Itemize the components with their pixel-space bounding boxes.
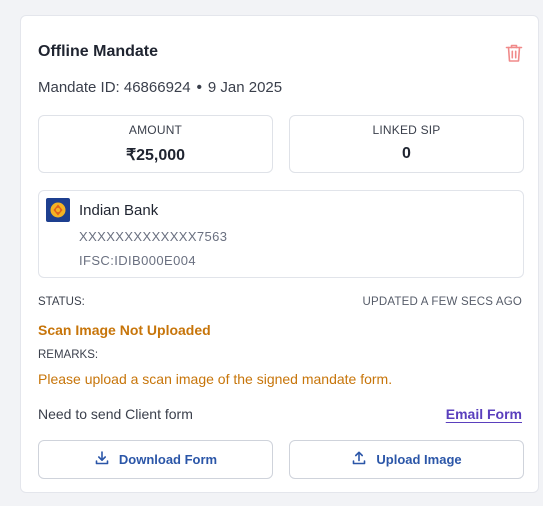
- linked-sip-value: 0: [402, 145, 411, 162]
- remarks-label: REMARKS:: [38, 349, 99, 361]
- trash-icon[interactable]: [505, 43, 523, 63]
- linked-sip-label: LINKED SIP: [372, 123, 441, 137]
- status-label: STATUS:: [38, 296, 85, 308]
- mandate-meta: Mandate ID: 46866924 • 9 Jan 2025: [38, 79, 282, 96]
- remarks-value: Please upload a scan image of the signed…: [38, 371, 393, 387]
- bank-name: Indian Bank: [79, 202, 159, 219]
- bank-details: Indian Bank XXXXXXXXXXXXX7563 IFSC:IDIB0…: [38, 190, 524, 278]
- indian-bank-logo: [46, 198, 70, 222]
- card-title: Offline Mandate: [38, 43, 159, 60]
- download-icon: [94, 450, 110, 469]
- updated-time: UPDATED A FEW SECS AGO: [362, 296, 522, 308]
- status-value: Scan Image Not Uploaded: [38, 322, 211, 338]
- client-form-text: Need to send Client form: [38, 406, 193, 422]
- mandate-id: Mandate ID: 46866924: [38, 79, 191, 96]
- download-form-button[interactable]: Download Form: [38, 440, 273, 479]
- amount-value: ₹25,000: [125, 147, 186, 164]
- account-number: XXXXXXXXXXXXX7563: [79, 229, 228, 244]
- linked-sip-box: LINKED SIP 0: [289, 115, 524, 173]
- download-form-label: Download Form: [118, 452, 218, 467]
- email-form-link[interactable]: Email Form: [446, 406, 522, 422]
- amount-label: AMOUNT: [128, 123, 183, 137]
- upload-image-label: Upload Image: [376, 452, 462, 467]
- upload-image-button[interactable]: Upload Image: [289, 440, 524, 479]
- ifsc-code: IFSC:IDIB000E004: [79, 253, 196, 268]
- amount-box: AMOUNT ₹25,000: [38, 115, 273, 173]
- upload-icon: [351, 450, 367, 469]
- offline-mandate-card: Offline Mandate Mandate ID: 46866924 • 9 J…: [20, 15, 539, 493]
- mandate-date: 9 Jan 2025: [207, 79, 283, 96]
- meta-separator: •: [196, 79, 202, 96]
